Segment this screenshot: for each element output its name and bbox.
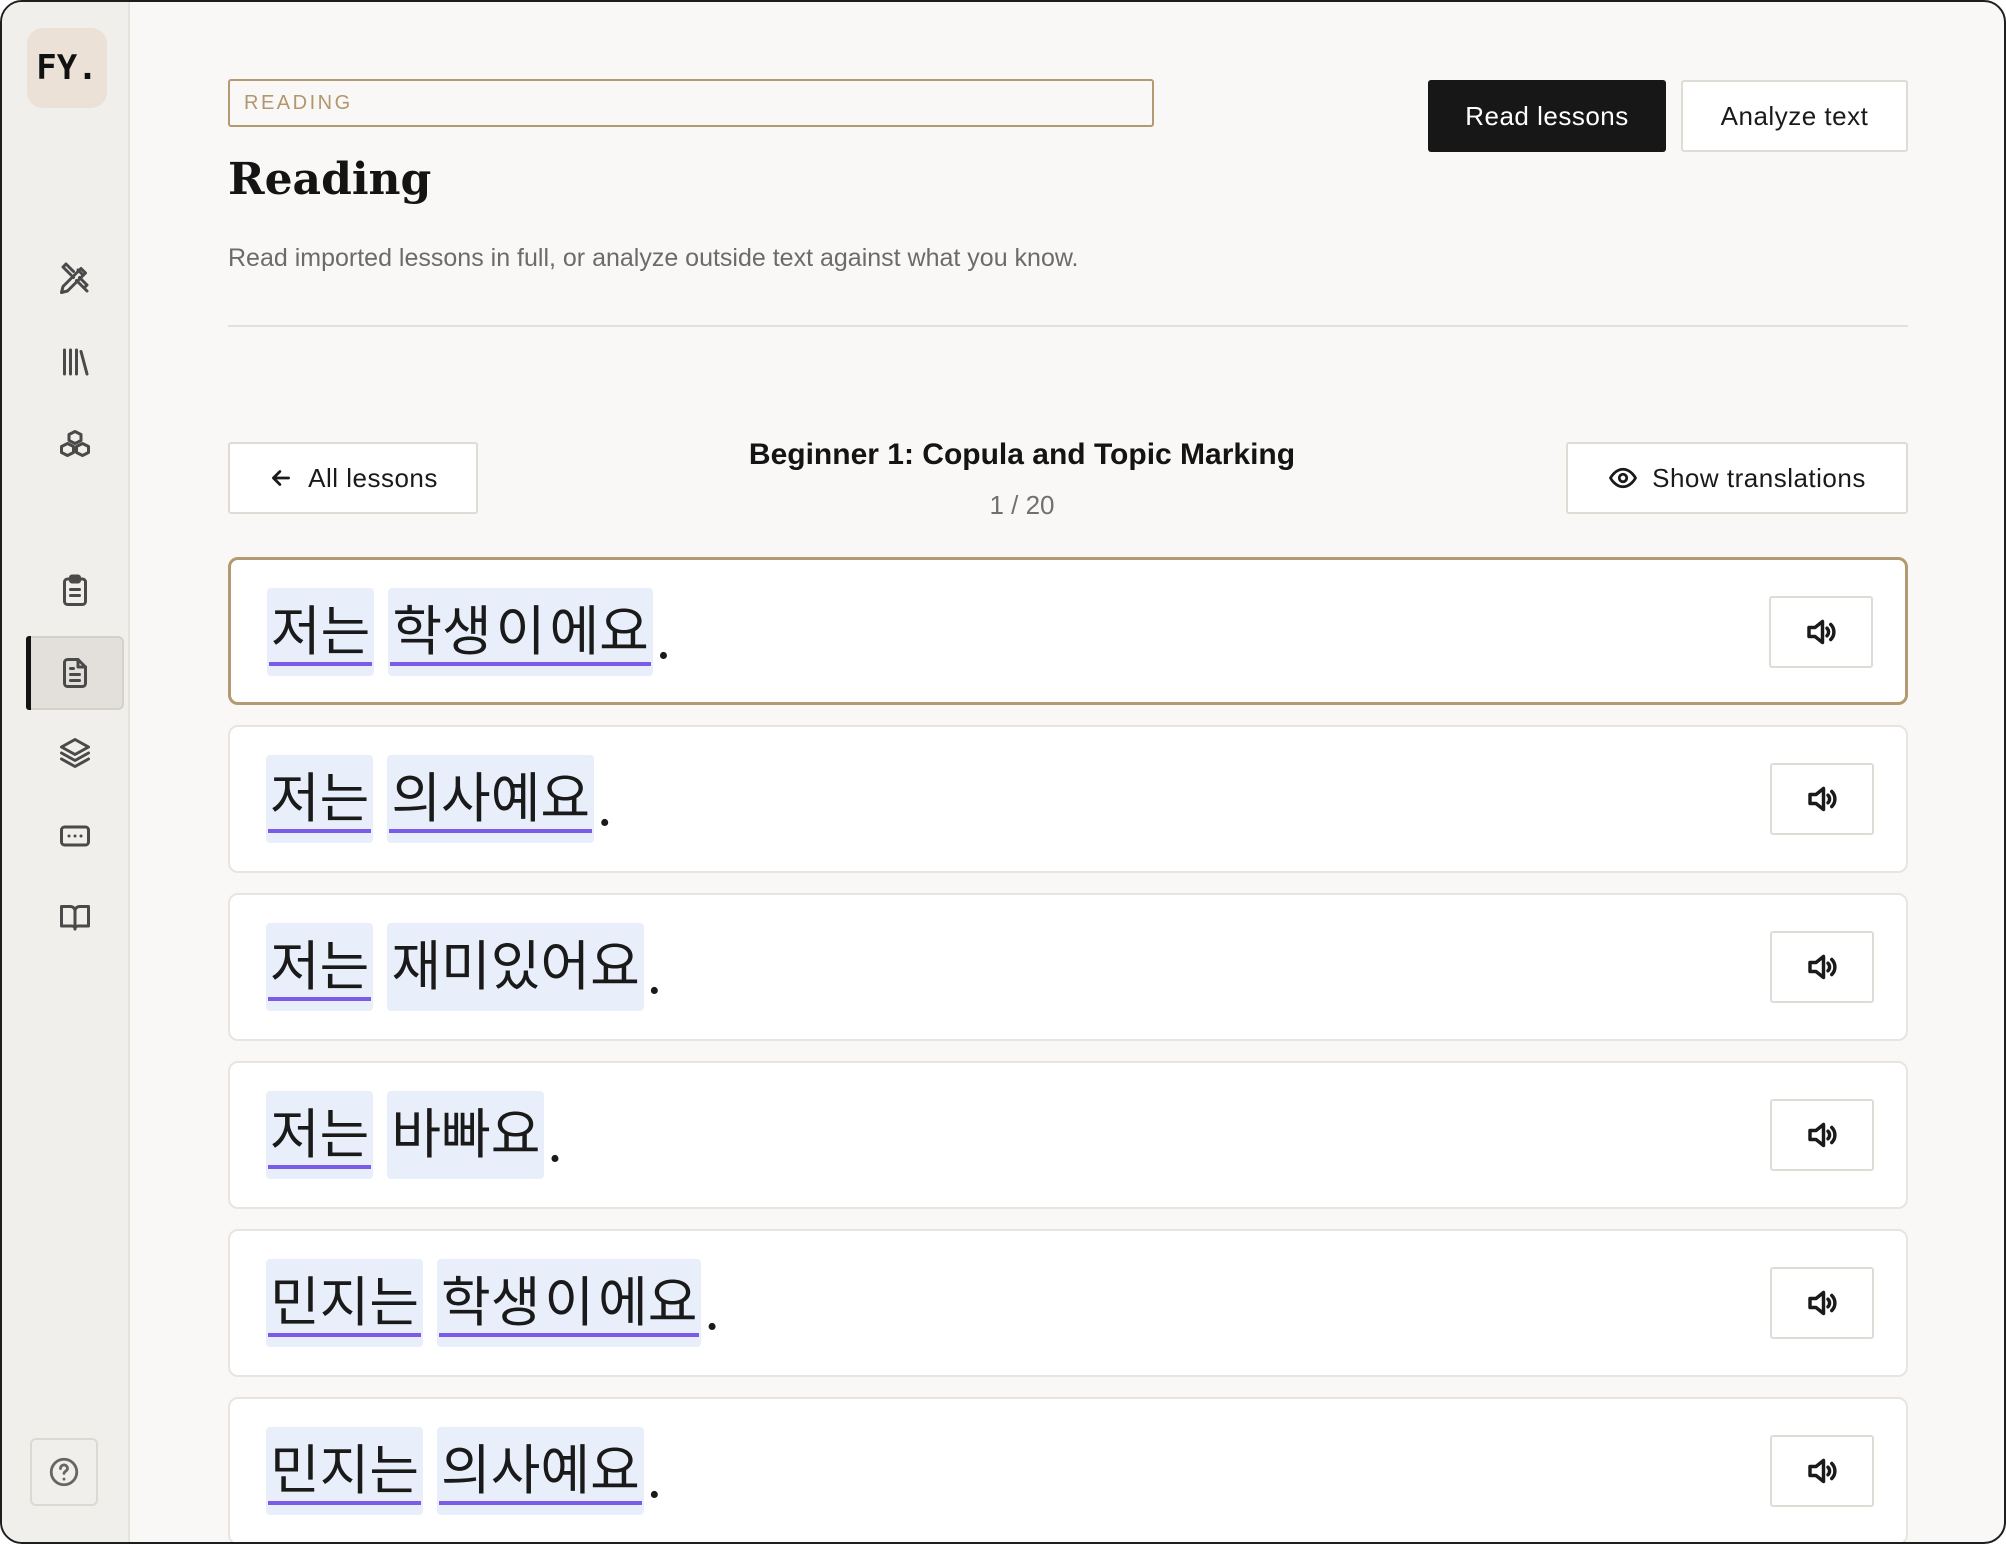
sentence-card[interactable]: 민지는 의사예요. (228, 1397, 1908, 1542)
app-logo[interactable]: FY. (27, 28, 107, 108)
library-icon (63, 348, 89, 376)
word-segment: 저는 (268, 757, 372, 833)
sentence-word[interactable]: 민지는 (266, 1259, 424, 1347)
play-audio-button[interactable] (1769, 596, 1873, 668)
sentence-punctuation: . (596, 774, 614, 838)
page-subtitle: Read imported lessons in full, or analyz… (228, 244, 1079, 272)
sentence-text: 저는 학생 이 에요. (267, 588, 672, 676)
sentence-word[interactable]: 민지는 (266, 1427, 424, 1515)
all-lessons-button[interactable]: All lessons (228, 442, 478, 514)
arrow-left-icon (272, 470, 291, 486)
sidebar-item-dictionary[interactable] (26, 880, 124, 954)
speaker-icon (1808, 1458, 1837, 1484)
sentence-punctuation: . (703, 1278, 721, 1342)
sentence-word[interactable]: 학생 이 에요 (437, 1259, 702, 1347)
sidebar-item-library[interactable] (26, 325, 124, 399)
boxes-icon (60, 430, 90, 457)
word-segment: 학생 (439, 1261, 543, 1337)
word-segment: 재미있어요 (391, 934, 640, 998)
speaker-icon (1807, 619, 1836, 645)
sentence-text: 민지는 학생 이 에요. (266, 1259, 721, 1347)
lesson-progress: 1 / 20 (989, 490, 1055, 520)
layers-icon (60, 738, 90, 768)
play-audio-button[interactable] (1770, 1435, 1874, 1507)
sentence-word[interactable]: 저는 (266, 923, 374, 1011)
help-button[interactable] (30, 1438, 98, 1506)
word-segment: 학생 (390, 590, 494, 666)
sentence-word[interactable]: 저는 (266, 755, 374, 843)
word-segment: 저는 (268, 925, 372, 1001)
word-segment: 민지는 (268, 1261, 422, 1337)
show-translations-button[interactable]: Show translations (1566, 442, 1908, 514)
page-title: Reading (228, 154, 432, 205)
sentence-punctuation: . (546, 1110, 564, 1174)
sentence-card[interactable]: 저는 재미있어요. (228, 893, 1908, 1041)
lesson-title: Beginner 1: Copula and Topic Marking (748, 438, 1296, 471)
sentence-word[interactable]: 의사예요 (387, 755, 595, 843)
sentence-word[interactable]: 재미있어요 (387, 923, 644, 1011)
sentence-punctuation: . (645, 1446, 663, 1510)
sidebar-item-modules[interactable] (26, 408, 124, 482)
header-divider (228, 325, 1908, 327)
play-audio-button[interactable] (1770, 763, 1874, 835)
analyze-text-button[interactable]: Analyze text (1681, 80, 1908, 152)
word-segment: 이 (493, 590, 548, 666)
play-audio-button[interactable] (1770, 1267, 1874, 1339)
sentence-text: 저는 재미있어요. (266, 923, 663, 1011)
speaker-icon (1808, 1122, 1837, 1148)
eye-icon (1609, 467, 1638, 489)
sentence-text: 저는 바빠요. (266, 1091, 564, 1179)
sentence-word[interactable]: 바빠요 (387, 1091, 545, 1179)
word-segment: 이 (542, 1261, 597, 1337)
clipboard-icon (63, 574, 87, 606)
word-segment: 바빠요 (391, 1102, 541, 1166)
help-circle-icon (49, 1457, 79, 1487)
sentence-text: 민지는 의사예요. (266, 1427, 663, 1515)
sidebar-item-reading[interactable] (26, 636, 124, 710)
play-audio-button[interactable] (1770, 931, 1874, 1003)
speaker-icon (1808, 1290, 1837, 1316)
all-lessons-label: All lessons (308, 462, 438, 493)
show-translations-label: Show translations (1652, 462, 1866, 493)
app-window: FY. READING Reading Read imported lesson… (0, 0, 2006, 1544)
sentence-card[interactable]: 저는 학생 이 에요. (228, 557, 1908, 705)
section-tag: READING (228, 79, 1154, 127)
sentence-word[interactable]: 의사예요 (437, 1427, 644, 1515)
sentence-card[interactable]: 저는 바빠요. (228, 1061, 1908, 1209)
sentence-word[interactable]: 저는 (266, 1091, 374, 1179)
sentence-word[interactable]: 학생 이 에요 (388, 588, 653, 676)
pencil-ruler-icon (60, 262, 89, 294)
sentence-card[interactable]: 저는 의사예요. (228, 725, 1908, 873)
speaker-icon (1808, 954, 1837, 980)
keyboard-icon (60, 825, 90, 847)
play-audio-button[interactable] (1770, 1099, 1874, 1171)
sentence-punctuation: . (645, 942, 663, 1006)
sidebar-item-tasks[interactable] (26, 554, 124, 628)
read-lessons-button[interactable]: Read lessons (1428, 80, 1666, 152)
word-segment: 민지는 (268, 1429, 422, 1505)
word-segment: 의사예요 (389, 757, 593, 833)
speaker-icon (1808, 786, 1837, 812)
sidebar-item-practice[interactable] (26, 242, 124, 316)
sentence-card[interactable]: 민지는 학생 이 에요. (228, 1229, 1908, 1377)
word-segment: 저는 (269, 590, 373, 666)
word-segment: 에요 (596, 1261, 700, 1337)
word-segment: 의사예요 (439, 1429, 642, 1505)
sentence-word[interactable]: 저는 (267, 588, 375, 676)
sidebar: FY. (2, 2, 130, 1542)
sentence-text: 저는 의사예요. (266, 755, 613, 843)
book-open-icon (60, 905, 90, 931)
sidebar-item-decks[interactable] (26, 716, 124, 790)
word-segment: 에요 (547, 590, 651, 666)
document-icon (63, 658, 87, 688)
word-segment: 저는 (268, 1093, 372, 1169)
sentence-punctuation: . (654, 607, 672, 671)
sidebar-item-typing[interactable] (26, 799, 124, 873)
